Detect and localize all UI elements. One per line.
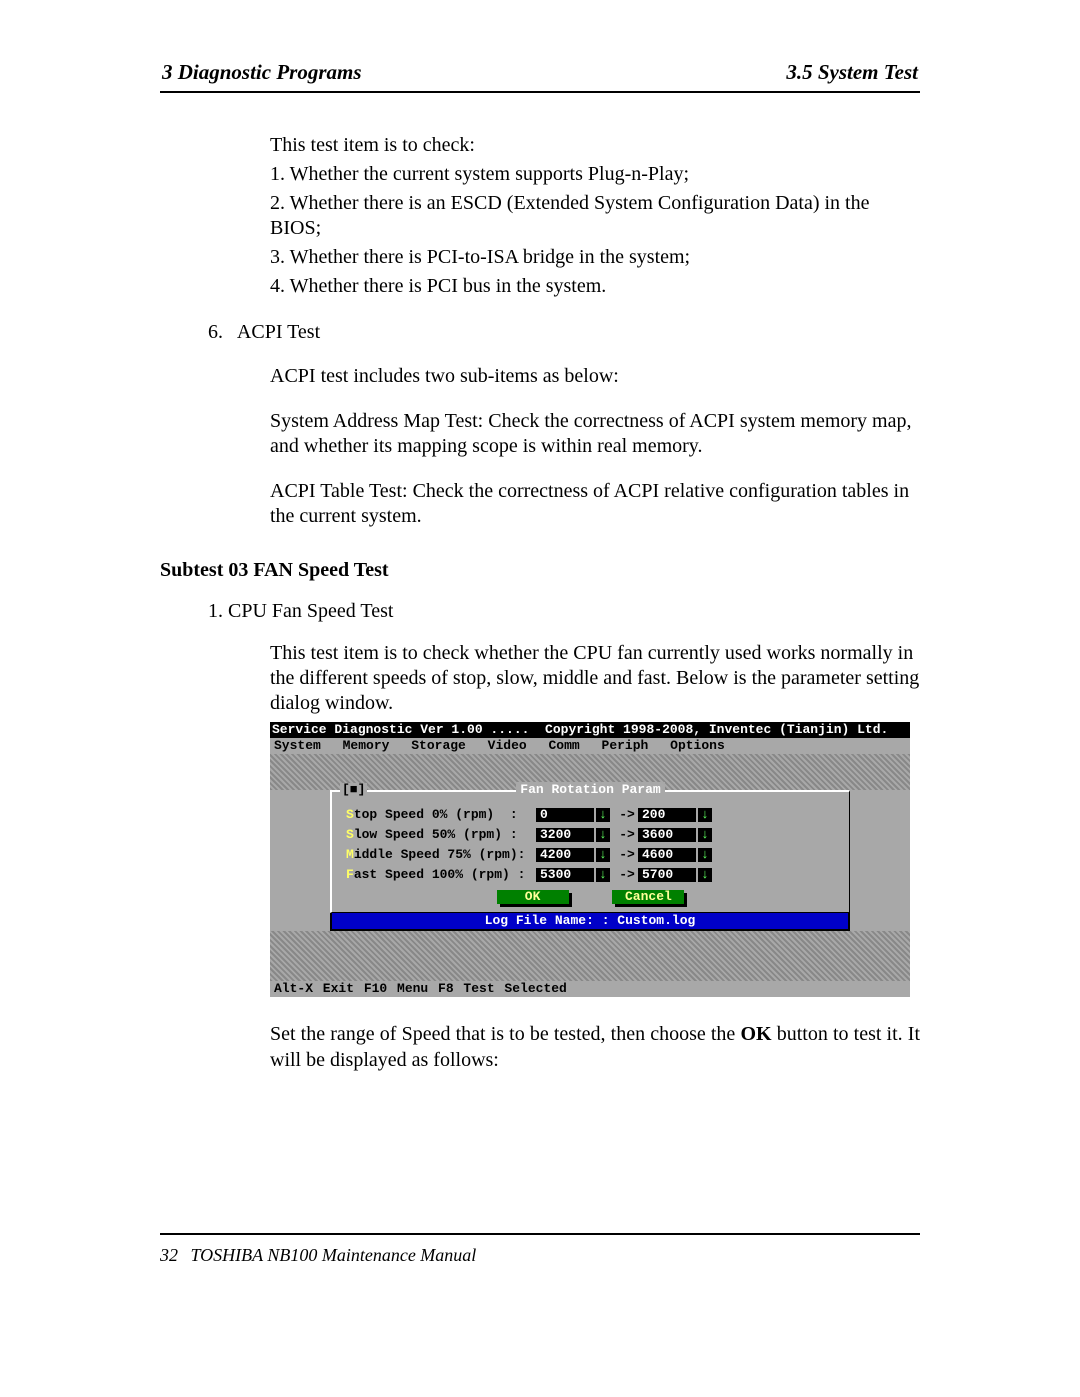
intro-item-3: 3. Whether there is PCI-to-ISA bridge in… bbox=[270, 245, 920, 270]
dialog-buttons: OK Cancel bbox=[346, 890, 835, 904]
cancel-button[interactable]: Cancel bbox=[612, 890, 684, 904]
subtest-item-1: 1. CPU Fan Speed Test bbox=[208, 600, 920, 623]
range-arrow: -> bbox=[616, 848, 638, 862]
header-rule bbox=[160, 91, 920, 93]
manual-title: TOSHIBA NB100 Maintenance Manual bbox=[191, 1245, 477, 1265]
row-middle: Middle Speed 75% (rpm): 4200 ↓ -> 4600 ↓ bbox=[346, 848, 835, 862]
intro-item-1: 1. Whether the current system supports P… bbox=[270, 162, 920, 187]
dropdown-icon[interactable]: ↓ bbox=[698, 808, 712, 822]
list-item-6: 6. ACPI Test bbox=[208, 321, 920, 344]
page-number: 32 bbox=[160, 1245, 178, 1265]
intro-lead: This test item is to check: bbox=[270, 133, 920, 158]
footer-rule bbox=[160, 1233, 920, 1235]
subtest-para: This test item is to check whether the C… bbox=[270, 641, 920, 716]
middle-to[interactable]: 4600 bbox=[638, 848, 696, 862]
item6-body: ACPI test includes two sub-items as belo… bbox=[270, 364, 920, 529]
dropdown-icon[interactable]: ↓ bbox=[596, 808, 610, 822]
menu-periph[interactable]: Periph bbox=[602, 738, 649, 753]
dos-footer-hints: Alt-X Exit F10 Menu F8 Test Selected bbox=[270, 981, 910, 997]
intro-item-4: 4. Whether there is PCI bus in the syste… bbox=[270, 274, 920, 299]
running-header: 3 Diagnostic Programs 3.5 System Test bbox=[160, 60, 920, 85]
stop-to[interactable]: 200 bbox=[638, 808, 696, 822]
stop-from[interactable]: 0 bbox=[536, 808, 594, 822]
item6-p2: System Address Map Test: Check the corre… bbox=[270, 409, 920, 459]
fast-from[interactable]: 5300 bbox=[536, 868, 594, 882]
menu-memory[interactable]: Memory bbox=[343, 738, 390, 753]
dropdown-icon[interactable]: ↓ bbox=[596, 848, 610, 862]
range-arrow: -> bbox=[616, 808, 638, 822]
dropdown-icon[interactable]: ↓ bbox=[596, 828, 610, 842]
item6-number: 6. bbox=[208, 321, 223, 343]
ok-button[interactable]: OK bbox=[497, 890, 569, 904]
subtest-heading: Subtest 03 FAN Speed Test bbox=[160, 559, 920, 582]
dos-titlebar: Service Diagnostic Ver 1.00 ..... Copyri… bbox=[270, 722, 910, 738]
middle-from[interactable]: 4200 bbox=[536, 848, 594, 862]
dropdown-icon[interactable]: ↓ bbox=[698, 848, 712, 862]
page: 3 Diagnostic Programs 3.5 System Test Th… bbox=[0, 0, 1080, 1306]
menu-storage[interactable]: Storage bbox=[411, 738, 466, 753]
after-screenshot-para: Set the range of Speed that is to be tes… bbox=[270, 1021, 920, 1073]
range-arrow: -> bbox=[616, 868, 638, 882]
slow-to[interactable]: 3600 bbox=[638, 828, 696, 842]
fan-rotation-dialog: [■] Fan Rotation Param Stop Speed 0% (rp… bbox=[330, 790, 850, 913]
menu-comm[interactable]: Comm bbox=[549, 738, 580, 753]
item6-p3: ACPI Table Test: Check the correctness o… bbox=[270, 479, 920, 529]
intro-block: This test item is to check: 1. Whether t… bbox=[270, 133, 920, 299]
dos-background-bottom bbox=[270, 931, 910, 981]
item6-title: ACPI Test bbox=[237, 321, 320, 343]
menu-options[interactable]: Options bbox=[670, 738, 725, 753]
dialog-title: Fan Rotation Param bbox=[332, 783, 849, 797]
row-stop: Stop Speed 0% (rpm) : 0 ↓ -> 200 ↓ bbox=[346, 808, 835, 822]
page-footer: 32 TOSHIBA NB100 Maintenance Manual bbox=[160, 1245, 920, 1266]
slow-from[interactable]: 3200 bbox=[536, 828, 594, 842]
fast-to[interactable]: 5700 bbox=[638, 868, 696, 882]
row-slow: Slow Speed 50% (rpm) : 3200 ↓ -> 3600 ↓ bbox=[346, 828, 835, 842]
dropdown-icon[interactable]: ↓ bbox=[596, 868, 610, 882]
menu-video[interactable]: Video bbox=[488, 738, 527, 753]
range-arrow: -> bbox=[616, 828, 638, 842]
header-left: 3 Diagnostic Programs bbox=[162, 60, 362, 85]
item6-p1: ACPI test includes two sub-items as belo… bbox=[270, 364, 920, 389]
dropdown-icon[interactable]: ↓ bbox=[698, 868, 712, 882]
header-right: 3.5 System Test bbox=[786, 60, 918, 85]
intro-item-2: 2. Whether there is an ESCD (Extended Sy… bbox=[270, 191, 920, 241]
dos-menubar: System Memory Storage Video Comm Periph … bbox=[270, 738, 910, 754]
row-fast: Fast Speed 100% (rpm) : 5300 ↓ -> 5700 ↓ bbox=[346, 868, 835, 882]
log-file-bar: Log File Name: : Custom.log bbox=[330, 913, 850, 931]
dropdown-icon[interactable]: ↓ bbox=[698, 828, 712, 842]
dos-screenshot: Service Diagnostic Ver 1.00 ..... Copyri… bbox=[270, 722, 910, 997]
menu-system[interactable]: System bbox=[274, 738, 321, 753]
